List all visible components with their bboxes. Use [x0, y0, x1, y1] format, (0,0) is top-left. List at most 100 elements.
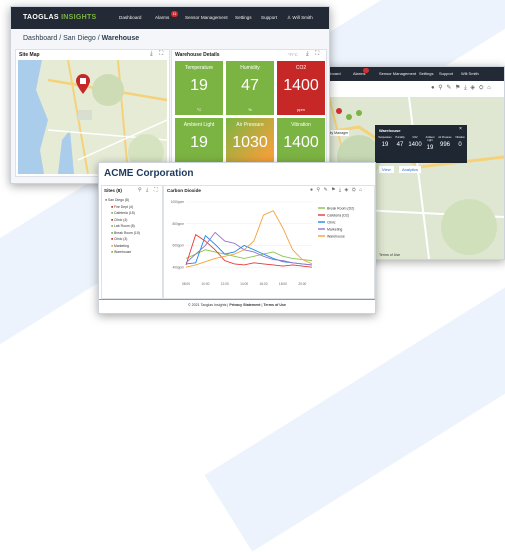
nav-dashboard[interactable]: Dashboard — [119, 15, 141, 20]
site-map-panel: Site Map ⤓ ⛶ — [15, 49, 170, 177]
footer-copyright: © 2021 Taoglas Insights — [188, 303, 227, 307]
search-icon[interactable]: ⚲ — [138, 187, 142, 193]
site-tree-label: Break Room (15) — [114, 230, 140, 235]
nav-settings[interactable]: Settings — [235, 15, 252, 20]
popup-metric-value: 1400 — [408, 142, 422, 148]
popup-metric-label: Ambient Light — [425, 136, 435, 142]
popup-metric: CO2 1400 — [408, 136, 422, 148]
chart-panel: Carbon Dioxide ● ⚲ ✎ ⚑ ⤓ ◈ ⛭ ⌂ 1000ppm 80… — [163, 185, 375, 299]
x-tick-label: 12:00 — [221, 282, 229, 286]
window-warehouse-details: TAOGLAS INSIGHTS Dashboard Alarms 11 Sen… — [10, 6, 330, 184]
alarms-badge: 11 — [171, 11, 178, 17]
popup-metric-value: 0 — [458, 142, 462, 148]
download-icon[interactable]: ⤓ — [150, 51, 153, 58]
popup-metric: Air Pressure 996 — [438, 136, 452, 148]
popup-metric: Vibration 0 — [453, 136, 467, 148]
site-tree-item[interactable]: ■ Clinic (4) — [111, 218, 127, 222]
window-carbon-dioxide: ACME Corporation Sites (8) ⚲ ⤓ ⛶ ■ San D… — [98, 162, 376, 314]
site-tree-item[interactable]: ■ Marketing — [111, 244, 129, 248]
download-icon[interactable]: ⤓ — [146, 187, 148, 193]
tile-value: 1030 — [232, 134, 268, 151]
status-dot-icon: ■ — [111, 211, 114, 215]
co2-line-chart[interactable]: 1000ppm 800ppm 600ppm 400ppm 08:00 10:00 12:00… — [164, 196, 374, 296]
sensor-tile[interactable]: Temperature 19 °C — [175, 61, 223, 115]
breadcrumb-warehouse: Warehouse — [101, 35, 140, 42]
legend-label: Break Room (D2) — [327, 206, 354, 210]
nav-support[interactable]: Support — [439, 71, 453, 76]
site-tree-label: Cafeteria (15) — [114, 211, 135, 215]
site-tree-item[interactable]: ■ Fire Dept (4) — [111, 205, 133, 209]
breadcrumb-dashboard[interactable]: Dashboard — [23, 35, 57, 42]
site-map-title: Site Map — [19, 52, 40, 58]
location-pin-icon[interactable] — [76, 74, 90, 94]
view-button[interactable]: View — [379, 166, 394, 173]
fullscreen-icon[interactable]: ⛶ — [315, 51, 319, 58]
sites-panel: Sites (8) ⚲ ⤓ ⛶ ■ San Diego (8) ■ Fire De… — [101, 185, 163, 299]
footer-terms-link[interactable]: Terms of Use — [263, 303, 286, 307]
details-title: Warehouse Details — [175, 52, 220, 58]
site-tree-label: Marketing — [114, 243, 129, 248]
sensor-tile[interactable]: Humidity 47% — [226, 61, 274, 115]
nav-support[interactable]: Support — [261, 15, 277, 20]
site-tree-item[interactable]: ■ San Diego (8) — [105, 198, 129, 202]
x-tick-label: 16:00 — [260, 282, 268, 286]
popup-metric: Humidity 47 — [393, 136, 407, 148]
popup-metric: Temperature 19 — [378, 136, 392, 148]
x-tick-label: 10:00 — [201, 282, 209, 286]
close-icon[interactable]: × — [459, 126, 462, 132]
popup-metric-label: Temperature — [378, 136, 392, 139]
fullscreen-icon[interactable]: ⛶ — [154, 187, 158, 193]
site-tree-item[interactable]: ■ Warehouse — [111, 250, 131, 254]
footer-privacy-link[interactable]: Privacy Statement — [229, 303, 260, 307]
tile-value: 1400 — [283, 77, 319, 94]
site-tree-label: Lab Room (8) — [114, 224, 135, 228]
warehouse-popup: Warehouse × Temperature 19 Humidity 47 CO2 14… — [375, 125, 467, 163]
site-tree-item[interactable]: ■ Cafeteria (15) — [111, 211, 135, 215]
popup-metric-value: 19 — [381, 142, 389, 148]
tile-value: 1400 — [283, 134, 319, 151]
footer: © 2021 Taoglas Insights | Privacy Statem… — [188, 303, 286, 307]
footer-terms[interactable]: Terms of Use — [379, 253, 400, 257]
unit-toggle-icon[interactable]: °F/°C — [288, 52, 298, 57]
status-dot-icon: ■ — [111, 224, 114, 228]
popup-metric-value: 19 — [426, 145, 434, 151]
site-tree-label: San Diego (8) — [108, 198, 129, 202]
nav-user[interactable]: ♙ Will Smith — [287, 15, 313, 21]
top-nav: TAOGLAS INSIGHTS Dashboard Alarms 11 Sen… — [11, 7, 329, 29]
nav-sensor-management[interactable]: Sensor Management — [185, 15, 228, 20]
popup-metric-label: Air Pressure — [438, 136, 452, 139]
site-tree-label: Warehouse — [114, 250, 132, 254]
site-tree-item[interactable]: ■ Clinic (3) — [111, 237, 127, 241]
nav-alarms[interactable]: Alarms — [155, 15, 169, 20]
status-dot-icon: ■ — [111, 230, 114, 235]
sensor-tile[interactable]: CO2 1400 ppm — [277, 61, 325, 115]
alarms-badge — [363, 68, 369, 73]
nav-settings[interactable]: Settings — [419, 71, 433, 76]
analytics-button[interactable]: Analytics — [399, 166, 422, 173]
tile-value: 19 — [190, 77, 208, 94]
breadcrumb-san-diego[interactable]: San Diego — [63, 35, 96, 42]
tile-label: Ambient Light — [183, 122, 215, 128]
map-toolbar-icons[interactable]: ● ⚲ ✎ ⚑ ⤓ ◈ ⛭ ⌂ — [431, 84, 492, 92]
warehouse-details-panel: Warehouse Details °F/°C ⤓ ⛶ Temperature 1… — [171, 49, 327, 177]
company-header: ACME Corporation — [99, 163, 375, 183]
chart-toolbar-icons[interactable]: ● ⚲ ✎ ⚑ ⤓ ◈ ⛭ ⌂ — [310, 187, 363, 193]
site-tree-item[interactable]: ■ Lab Room (8) — [111, 224, 135, 228]
tile-label: Air Pressure — [236, 122, 264, 128]
download-icon[interactable]: ⤓ — [306, 51, 309, 58]
nav-sensor-management[interactable]: Sensor Management — [379, 71, 416, 76]
popup-metric: Ambient Light 19 — [423, 136, 437, 151]
site-tree-label: Fire Dept (4) — [114, 204, 134, 209]
popup-metric-label: Vibration — [455, 136, 465, 139]
fullscreen-icon[interactable]: ⛶ — [159, 51, 163, 58]
popup-metric-value: 47 — [396, 142, 404, 148]
nav-user[interactable]: Will Smith — [461, 71, 479, 76]
site-tree-item[interactable]: ■ Break Room (15) — [111, 231, 140, 235]
brand-logo: TAOGLAS INSIGHTS — [23, 14, 97, 21]
tile-label: Humidity — [240, 65, 260, 71]
status-dot-icon: ■ — [111, 250, 114, 254]
x-tick-label: 14:00 — [240, 282, 248, 286]
tile-value: 47 — [241, 77, 259, 94]
site-map-view[interactable] — [18, 60, 167, 174]
user-icon: ♙ — [287, 15, 292, 20]
